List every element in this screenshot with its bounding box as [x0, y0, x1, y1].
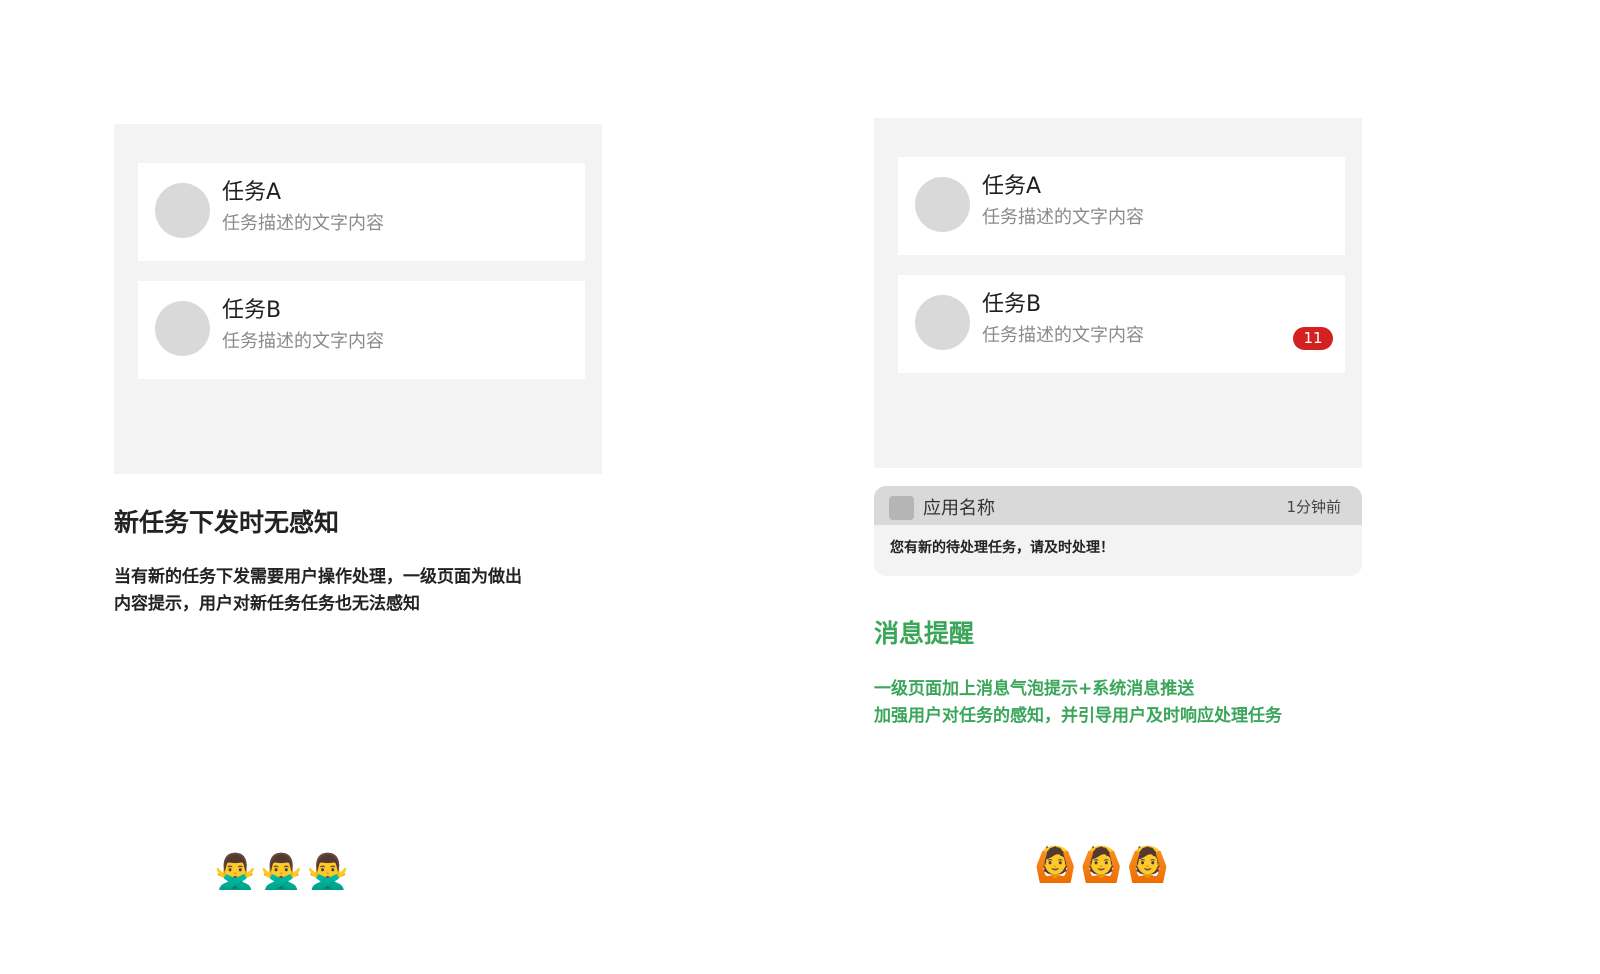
push-notification[interactable]: 应用名称 1分钟前 您有新的待处理任务，请及时处理！: [874, 486, 1362, 576]
task-title: 任务B: [222, 298, 282, 323]
task-description: 任务描述的文字内容: [222, 213, 384, 234]
notification-time: 1分钟前: [1286, 498, 1341, 516]
problem-description-line: 内容提示，用户对新任务任务也无法感知: [114, 594, 420, 614]
task-title: 任务B: [982, 292, 1042, 317]
app-icon: [889, 496, 914, 520]
solution-description-line: 一级页面加上消息气泡提示+系统消息推送: [874, 679, 1195, 699]
avatar: [155, 183, 210, 238]
problem-heading: 新任务下发时无感知: [114, 508, 340, 537]
task-card-b[interactable]: 任务B 任务描述的文字内容 11: [898, 275, 1345, 373]
task-title: 任务A: [982, 174, 1042, 199]
task-description: 任务描述的文字内容: [982, 325, 1144, 346]
avatar: [915, 295, 970, 350]
notification-app-name: 应用名称: [923, 498, 995, 519]
solution-heading: 消息提醒: [874, 619, 975, 648]
problem-description-line: 当有新的任务下发需要用户操作处理，一级页面为做出: [114, 567, 522, 587]
crossed-arms-emoji-icon: 🙅‍♂️🙅‍♂️🙅‍♂️: [214, 852, 354, 892]
task-card-a[interactable]: 任务A 任务描述的文字内容: [138, 163, 585, 261]
problem-description: 当有新的任务下发需要用户操作处理，一级页面为做出 内容提示，用户对新任务任务也无…: [114, 564, 594, 618]
task-description: 任务描述的文字内容: [222, 331, 384, 352]
task-card-a[interactable]: 任务A 任务描述的文字内容: [898, 157, 1345, 255]
task-list-panel-before: 任务A 任务描述的文字内容 任务B 任务描述的文字内容: [114, 124, 602, 474]
notification-header: 应用名称 1分钟前: [874, 486, 1362, 525]
task-list-panel-after: 任务A 任务描述的文字内容 任务B 任务描述的文字内容 11: [874, 118, 1362, 468]
solution-description: 一级页面加上消息气泡提示+系统消息推送 加强用户对任务的感知，并引导用户及时响应…: [874, 676, 1354, 730]
unread-count-badge: 11: [1293, 327, 1333, 350]
notification-message: 您有新的待处理任务，请及时处理！: [890, 540, 1114, 556]
avatar: [155, 301, 210, 356]
ok-gesture-emoji-icon: 🙆🙆🙆: [1034, 845, 1174, 885]
avatar: [915, 177, 970, 232]
task-card-b[interactable]: 任务B 任务描述的文字内容: [138, 281, 585, 379]
task-description: 任务描述的文字内容: [982, 207, 1144, 228]
task-title: 任务A: [222, 180, 282, 205]
solution-description-line: 加强用户对任务的感知，并引导用户及时响应处理任务: [874, 706, 1282, 726]
